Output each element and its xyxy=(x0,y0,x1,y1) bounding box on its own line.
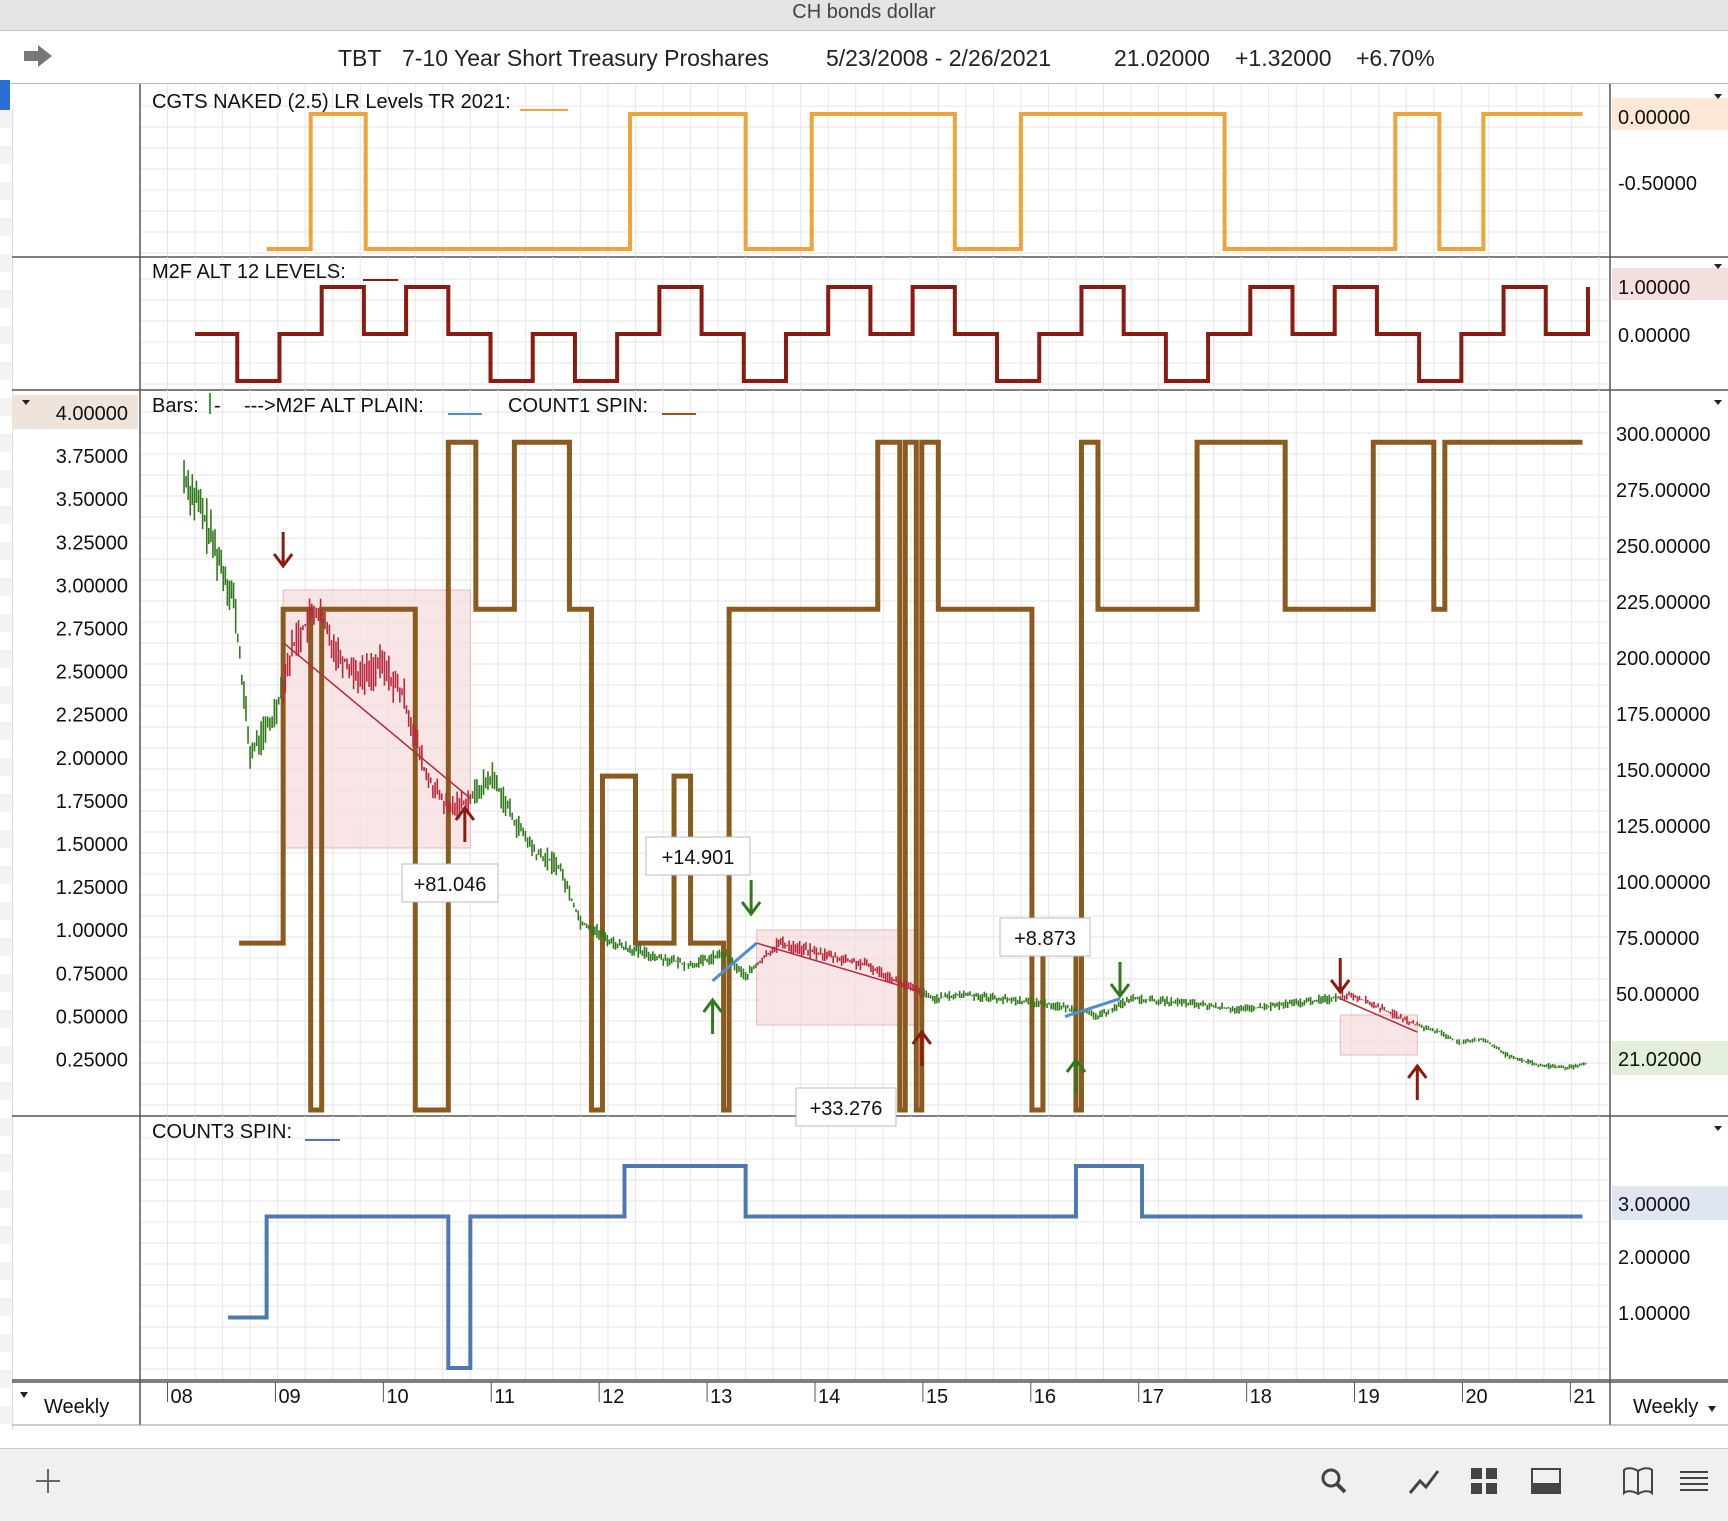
search-icon[interactable] xyxy=(1316,1463,1352,1499)
main-right-tick: 275.00000 xyxy=(1616,480,1711,502)
dropdown-triangle-icon xyxy=(1708,1406,1716,1412)
arrow-right-icon[interactable] xyxy=(22,43,54,69)
main-left-tick: 2.25000 xyxy=(56,705,128,727)
m2f-plain-segment xyxy=(711,941,758,983)
panel-menu-triangle-icon xyxy=(1714,400,1722,405)
main-right-tick: 50.00000 xyxy=(1616,984,1699,1006)
x-tick-label: 14 xyxy=(818,1386,840,1408)
main-legend-bars: Bars: xyxy=(152,395,199,417)
main-left-tick: 1.00000 xyxy=(56,920,128,942)
arrow-up-icon xyxy=(702,997,723,1034)
m2f-tick: 1.00000 xyxy=(1618,277,1690,299)
cgts-line xyxy=(266,112,1583,251)
count3-title: COUNT3 SPIN: xyxy=(152,1121,292,1143)
cgts-title: CGTS NAKED (2.5) LR Levels TR 2021: xyxy=(152,91,511,113)
grid-icon[interactable] xyxy=(1466,1463,1502,1499)
main-left-tick: 0.50000 xyxy=(56,1006,128,1028)
chart-line-icon[interactable] xyxy=(1406,1463,1442,1499)
symbol-name: 7-10 Year Short Treasury Proshares xyxy=(402,45,769,71)
trade-label: +14.901 xyxy=(662,847,735,869)
trade-label: +8.873 xyxy=(1014,928,1076,950)
main-price-label: 21.02000 xyxy=(1618,1049,1701,1071)
x-tick-label: 09 xyxy=(278,1386,300,1408)
arrow-down-icon xyxy=(740,880,762,917)
symbol-header: TBT 7-10 Year Short Treasury Proshares 5… xyxy=(0,31,1728,84)
x-tick-label: 11 xyxy=(494,1386,515,1408)
date-range: 5/23/2008 - 2/26/2021 xyxy=(826,45,1052,71)
trade-shade-box xyxy=(1339,1014,1418,1056)
x-tick-label: 12 xyxy=(602,1386,624,1408)
chart-area[interactable]: CGTS NAKED (2.5) LR Levels TR 2021: 0.000… xyxy=(0,84,1728,1448)
x-tick-label: 13 xyxy=(710,1386,732,1408)
main-left-tick: 2.50000 xyxy=(56,662,128,684)
main-left-tick: 1.25000 xyxy=(56,877,128,899)
bottom-toolbar xyxy=(0,1448,1728,1521)
add-icon[interactable] xyxy=(30,1463,66,1499)
trade-label: +33.276 xyxy=(810,1098,883,1120)
x-tick-label: 17 xyxy=(1142,1386,1164,1408)
period-left: Weekly xyxy=(44,1396,109,1418)
main-left-tick: 3.75000 xyxy=(56,446,128,468)
main-left-tick: 2.75000 xyxy=(56,619,128,641)
panel-menu-triangle-icon xyxy=(1714,1126,1722,1131)
main-left-tick: 3.25000 xyxy=(56,532,128,554)
main-right-tick: 125.00000 xyxy=(1616,816,1711,838)
arrow-up-icon xyxy=(1407,1063,1428,1100)
book-icon[interactable] xyxy=(1620,1463,1656,1499)
period-right: Weekly xyxy=(1633,1396,1698,1418)
main-left-tick: 1.75000 xyxy=(56,791,128,813)
x-tick-label: 20 xyxy=(1465,1386,1487,1408)
count3-spin-line xyxy=(228,1164,1583,1370)
symbol-ticker: TBT xyxy=(338,45,382,71)
main-legend-m2f: --->M2F ALT PLAIN: xyxy=(244,395,424,417)
main-right-tick: 175.00000 xyxy=(1616,704,1711,726)
last-price: 21.02000 xyxy=(1114,45,1210,71)
main-right-tick: 250.00000 xyxy=(1616,536,1711,558)
cgts-tick: 0.00000 xyxy=(1618,107,1690,129)
main-right-tick: 300.00000 xyxy=(1616,424,1711,446)
main-left-tick: 1.50000 xyxy=(56,834,128,856)
dropdown-triangle-icon xyxy=(20,1392,28,1398)
main-left-tick: 2.00000 xyxy=(56,748,128,770)
arrow-down-icon xyxy=(1330,958,1351,995)
main-right-tick: 200.00000 xyxy=(1616,648,1711,670)
main-left-tick: 0.75000 xyxy=(56,963,128,985)
price-change: +1.32000 xyxy=(1235,45,1332,71)
main-left-tick: 4.00000 xyxy=(56,403,128,425)
x-tick-label: 21 xyxy=(1573,1386,1595,1408)
main-right-tick: 75.00000 xyxy=(1616,928,1699,950)
main-legend-count1: COUNT1 SPIN: xyxy=(508,395,648,417)
panel-count3 xyxy=(12,1116,1728,1381)
window-title: CH bonds dollar xyxy=(0,0,1728,31)
count3-tick: 2.00000 xyxy=(1618,1247,1690,1269)
m2f-title: M2F ALT 12 LEVELS: xyxy=(152,261,346,283)
percent-change: +6.70% xyxy=(1356,45,1435,71)
x-tick-label: 15 xyxy=(926,1386,948,1408)
main-right-tick: 225.00000 xyxy=(1616,592,1711,614)
count3-tick: 3.00000 xyxy=(1618,1194,1690,1216)
main-left-tick: 0.25000 xyxy=(56,1050,128,1072)
x-tick-label: 19 xyxy=(1358,1386,1380,1408)
main-left-tick: 3.50000 xyxy=(56,489,128,511)
count3-tick: 1.00000 xyxy=(1618,1303,1690,1325)
x-tick-label: 10 xyxy=(386,1386,408,1408)
m2f-plain-segment xyxy=(1064,997,1121,1018)
trade-label: +81.046 xyxy=(414,874,487,896)
cgts-tick: -0.50000 xyxy=(1618,173,1697,195)
main-left-tick: 3.00000 xyxy=(56,575,128,597)
arrow-down-icon xyxy=(272,532,294,569)
menu-icon[interactable] xyxy=(1676,1463,1712,1499)
x-tick-label: 18 xyxy=(1250,1386,1272,1408)
x-tick-label: 16 xyxy=(1034,1386,1056,1408)
main-legend-bars-suffix: - xyxy=(214,395,221,417)
m2f-tick: 0.00000 xyxy=(1618,325,1690,347)
main-right-tick: 150.00000 xyxy=(1616,760,1711,782)
panel-icon[interactable] xyxy=(1528,1463,1564,1499)
x-tick-label: 08 xyxy=(171,1386,193,1408)
main-right-tick: 100.00000 xyxy=(1616,872,1711,894)
